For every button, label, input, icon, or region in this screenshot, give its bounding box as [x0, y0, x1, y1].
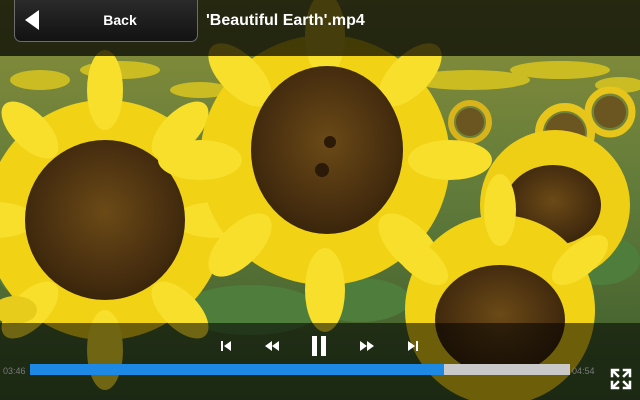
elapsed-time: 03:46 — [3, 366, 26, 376]
seek-bar-progress — [30, 364, 444, 375]
video-player: Back 'Beautiful Earth'.mp4 03:46 04:54 — [0, 0, 640, 400]
seek-bar[interactable] — [30, 364, 570, 375]
fullscreen-icon[interactable] — [610, 368, 632, 390]
back-button-label: Back — [103, 12, 137, 28]
rewind-icon[interactable] — [260, 335, 284, 357]
pause-icon[interactable] — [307, 332, 331, 360]
fast-forward-icon[interactable] — [355, 335, 379, 357]
total-time: 04:54 — [572, 366, 595, 376]
previous-icon[interactable] — [216, 335, 234, 357]
back-button[interactable]: Back — [14, 0, 198, 42]
playback-controls — [0, 323, 640, 400]
top-bar: Back 'Beautiful Earth'.mp4 — [0, 0, 640, 56]
next-icon[interactable] — [405, 335, 423, 357]
video-title: 'Beautiful Earth'.mp4 — [206, 12, 365, 29]
